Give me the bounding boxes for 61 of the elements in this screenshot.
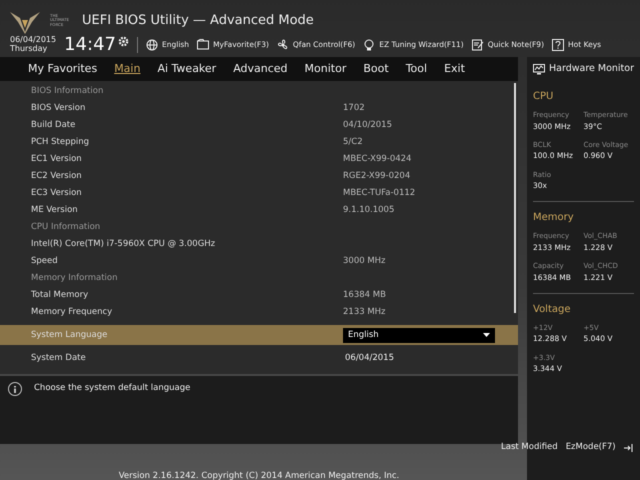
help-text: Choose the system default language: [34, 382, 190, 395]
group-heading: CPU: [533, 90, 554, 104]
field-label: EC3 Version: [31, 187, 83, 200]
setting-label: System Date: [31, 352, 87, 364]
folder-icon: [197, 39, 210, 51]
field-value: 04/10/2015: [343, 119, 392, 132]
field-label: PCH Stepping: [31, 136, 90, 149]
selected-row[interactable]: System Language English: [0, 325, 518, 345]
exit-icon[interactable]: [624, 442, 634, 453]
monitor-icon: [533, 64, 545, 74]
group-heading: Memory: [533, 211, 575, 226]
field-value: MBEC-TUFa-0112: [343, 187, 416, 200]
menu-tab[interactable]: My Favorites: [28, 57, 98, 81]
menu-tab[interactable]: Monitor: [304, 57, 346, 81]
note-icon: [472, 39, 484, 51]
field-value: RGE2-X99-0204: [343, 170, 410, 183]
date-value[interactable]: 06/04/2015: [345, 352, 394, 364]
field-value: 16384 MB: [343, 289, 386, 302]
caret-icon: [483, 333, 490, 337]
date-text: 06/04/2015: [10, 36, 56, 44]
field-label: EC1 Version: [31, 153, 83, 166]
field-label: EC2 Version: [31, 170, 83, 183]
section-heading: CPU Information: [31, 221, 102, 234]
ez-mode-button[interactable]: EzMode(F7): [566, 441, 616, 454]
field-label: BIOS Version: [31, 102, 86, 115]
day-text: Thursday: [10, 45, 48, 54]
globe-icon: [146, 39, 158, 51]
lightbulb-icon: [363, 39, 376, 51]
field-label: ME Version: [31, 204, 79, 217]
help-icon: [552, 39, 564, 51]
group-heading: Voltage: [533, 302, 572, 317]
section-heading: Memory Information: [31, 272, 118, 285]
field-value: 9.1.10.1005: [343, 204, 394, 217]
menu-tab[interactable]: Ai Tweaker: [157, 57, 216, 81]
setting-row[interactable]: System Date 06/04/2015: [0, 348, 518, 368]
field-value: 5/C2: [343, 136, 363, 149]
section-heading: BIOS Information: [31, 85, 104, 98]
panel-title: Hardware Monitor: [549, 62, 634, 76]
field-value: 3000 MHz: [343, 255, 386, 268]
fan-icon: [276, 39, 289, 51]
field-label: Intel(R) Core(TM) i7-5960X CPU @ 3.00GHz: [31, 238, 216, 251]
menu-tab[interactable]: Exit: [444, 57, 465, 81]
field-label: Build Date: [31, 119, 76, 132]
field-value: 2133 MHz: [343, 306, 386, 319]
field-value: 1702: [343, 102, 365, 115]
field-label: Total Memory: [31, 289, 90, 302]
menu-tab[interactable]: Tool: [406, 57, 428, 81]
copyright-text: Version 2.16.1242. Copyright (C) 2014 American Megatrends, Inc.: [118, 470, 400, 480]
clock-time: 14:47: [64, 36, 116, 54]
settings-icon[interactable]: [118, 36, 129, 46]
field-value: MBEC-X99-0424: [343, 153, 412, 166]
language-dropdown[interactable]: English: [343, 328, 495, 342]
menu-tab[interactable]: Boot: [363, 57, 389, 81]
last-modified-link[interactable]: Last Modified: [501, 441, 558, 454]
field-label: Speed: [31, 255, 59, 268]
menu-tab[interactable]: Main: [114, 57, 140, 81]
window-title: UEFI BIOS Utility — Advanced Mode: [82, 12, 314, 30]
info-icon: [8, 382, 22, 396]
menu-tab[interactable]: Advanced: [233, 57, 288, 81]
field-label: Memory Frequency: [31, 306, 114, 319]
setting-label: System Language: [31, 328, 108, 342]
